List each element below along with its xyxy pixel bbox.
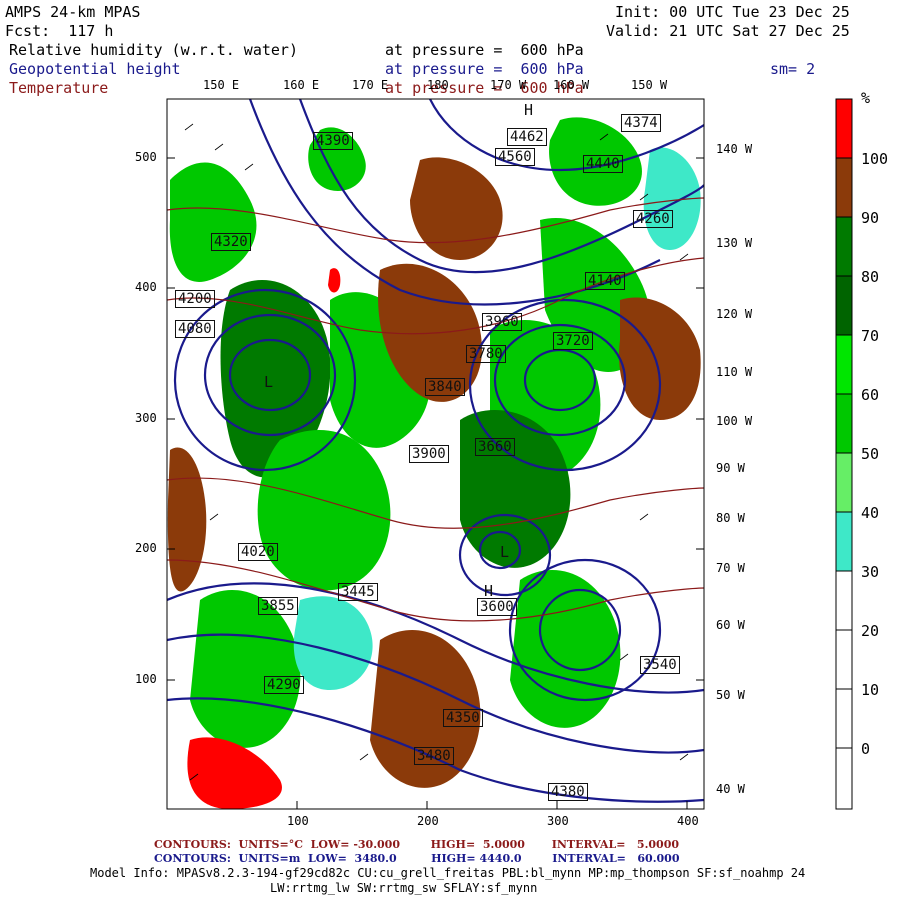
lon-label-right: 110 W xyxy=(716,365,753,379)
lon-label-right: 50 W xyxy=(716,688,745,702)
height-contour-label: 3855 xyxy=(258,597,298,615)
height-contour-label: 3540 xyxy=(640,656,680,674)
height-contour-label: 3840 xyxy=(425,378,465,396)
colorbar-label: 50 xyxy=(861,445,880,463)
height-contour-label: 3780 xyxy=(466,345,506,363)
colorbar-label: 80 xyxy=(861,268,880,286)
colorbar-label: 10 xyxy=(861,681,880,699)
height-contour-label: 4440 xyxy=(583,155,623,173)
high-pressure-marker: H xyxy=(484,582,494,600)
colorbar-label: 40 xyxy=(861,504,880,522)
model-info-line-1: Model Info: MPASv8.2.3-194-gf29cd82c CU:… xyxy=(90,866,806,880)
lon-label-right: 100 W xyxy=(716,414,753,428)
lon-label-top: 170 E xyxy=(352,78,389,92)
colorbar-label: 70 xyxy=(861,327,880,345)
colorbar xyxy=(835,98,853,810)
height-contour-info: CONTOURS: UNITS=m LOW= 3480.0 HIGH= 4440… xyxy=(154,852,680,865)
colorbar-swatch-60 xyxy=(836,335,852,394)
height-contour-label: 4320 xyxy=(211,233,251,251)
x-tick-label: 300 xyxy=(547,814,569,828)
high-pressure-marker: H xyxy=(524,101,534,119)
height-contour-label: 4080 xyxy=(175,320,215,338)
colorbar-swatch-90 xyxy=(836,158,852,217)
colorbar-swatch-40 xyxy=(836,453,852,512)
lon-label-right: 40 W xyxy=(716,782,745,796)
lon-label-right: 120 W xyxy=(716,307,753,321)
y-tick-label: 500 xyxy=(135,150,157,164)
height-contour-label: 3600 xyxy=(477,598,517,616)
lon-label-top: 150 W xyxy=(631,78,668,92)
low-pressure-marker: L xyxy=(500,543,510,561)
height-contour-label: 4200 xyxy=(175,290,215,308)
height-contour-label: 3720 xyxy=(553,332,593,350)
lon-label-right: 60 W xyxy=(716,618,745,632)
x-tick-label: 100 xyxy=(287,814,309,828)
colorbar-label: 90 xyxy=(861,209,880,227)
height-contour-label: 4290 xyxy=(264,676,304,694)
lon-label-right: 130 W xyxy=(716,236,753,250)
lon-label-top: 180 xyxy=(427,78,449,92)
colorbar-swatch-80 xyxy=(836,217,852,276)
lon-label-right: 90 W xyxy=(716,461,745,475)
lon-label-top: 170 W xyxy=(490,78,527,92)
colorbar-label: 60 xyxy=(861,386,880,404)
height-contour-label: 4140 xyxy=(585,272,625,290)
colorbar-unit: % xyxy=(861,89,871,107)
model-info-line-2: LW:rrtmg_lw SW:rrtmg_sw SFLAY:sf_mynn xyxy=(270,881,538,895)
height-contour-label: 4462 xyxy=(507,128,547,146)
colorbar-label: 0 xyxy=(861,740,871,758)
map-canvas xyxy=(166,98,853,810)
height-contour-label: 3480 xyxy=(414,747,454,765)
colorbar-swatch-50 xyxy=(836,394,852,453)
height-contour-label: 3660 xyxy=(475,438,515,456)
y-tick-label: 400 xyxy=(135,280,157,294)
height-contour-label: 4260 xyxy=(633,210,673,228)
height-contour-label: 4374 xyxy=(621,114,661,132)
colorbar-label: 100 xyxy=(861,150,889,168)
colorbar-label: 20 xyxy=(861,622,880,640)
temp-contour-info: CONTOURS: UNITS=°C LOW= -30.000 HIGH= 5.… xyxy=(154,838,680,851)
lon-label-right: 70 W xyxy=(716,561,745,575)
colorbar-swatch-70 xyxy=(836,276,852,335)
y-tick-label: 100 xyxy=(135,672,157,686)
lon-label-top: 160 W xyxy=(553,78,590,92)
low-pressure-marker: L xyxy=(264,373,274,391)
y-tick-label: 200 xyxy=(135,541,157,555)
height-contour-label: 4380 xyxy=(548,783,588,801)
height-contour-label: 3445 xyxy=(338,583,378,601)
colorbar-swatch-30 xyxy=(836,512,852,571)
lon-label-right: 140 W xyxy=(716,142,753,156)
height-contour-label: 4390 xyxy=(313,132,353,150)
lon-label-right: 80 W xyxy=(716,511,745,525)
x-tick-label: 400 xyxy=(677,814,699,828)
height-contour-label: 4350 xyxy=(443,709,483,727)
lon-label-top: 160 E xyxy=(283,78,320,92)
lon-label-top: 150 E xyxy=(203,78,240,92)
colorbar-label: 30 xyxy=(861,563,880,581)
colorbar-swatch-low xyxy=(836,571,852,809)
height-contour-label: 4560 xyxy=(495,148,535,166)
height-contour-label: 4020 xyxy=(238,543,278,561)
height-contour-label: 3900 xyxy=(409,445,449,463)
colorbar-swatch-100-plus xyxy=(836,99,852,158)
height-contour-label: 3960 xyxy=(482,313,522,331)
y-tick-label: 300 xyxy=(135,411,157,425)
x-tick-label: 200 xyxy=(417,814,439,828)
